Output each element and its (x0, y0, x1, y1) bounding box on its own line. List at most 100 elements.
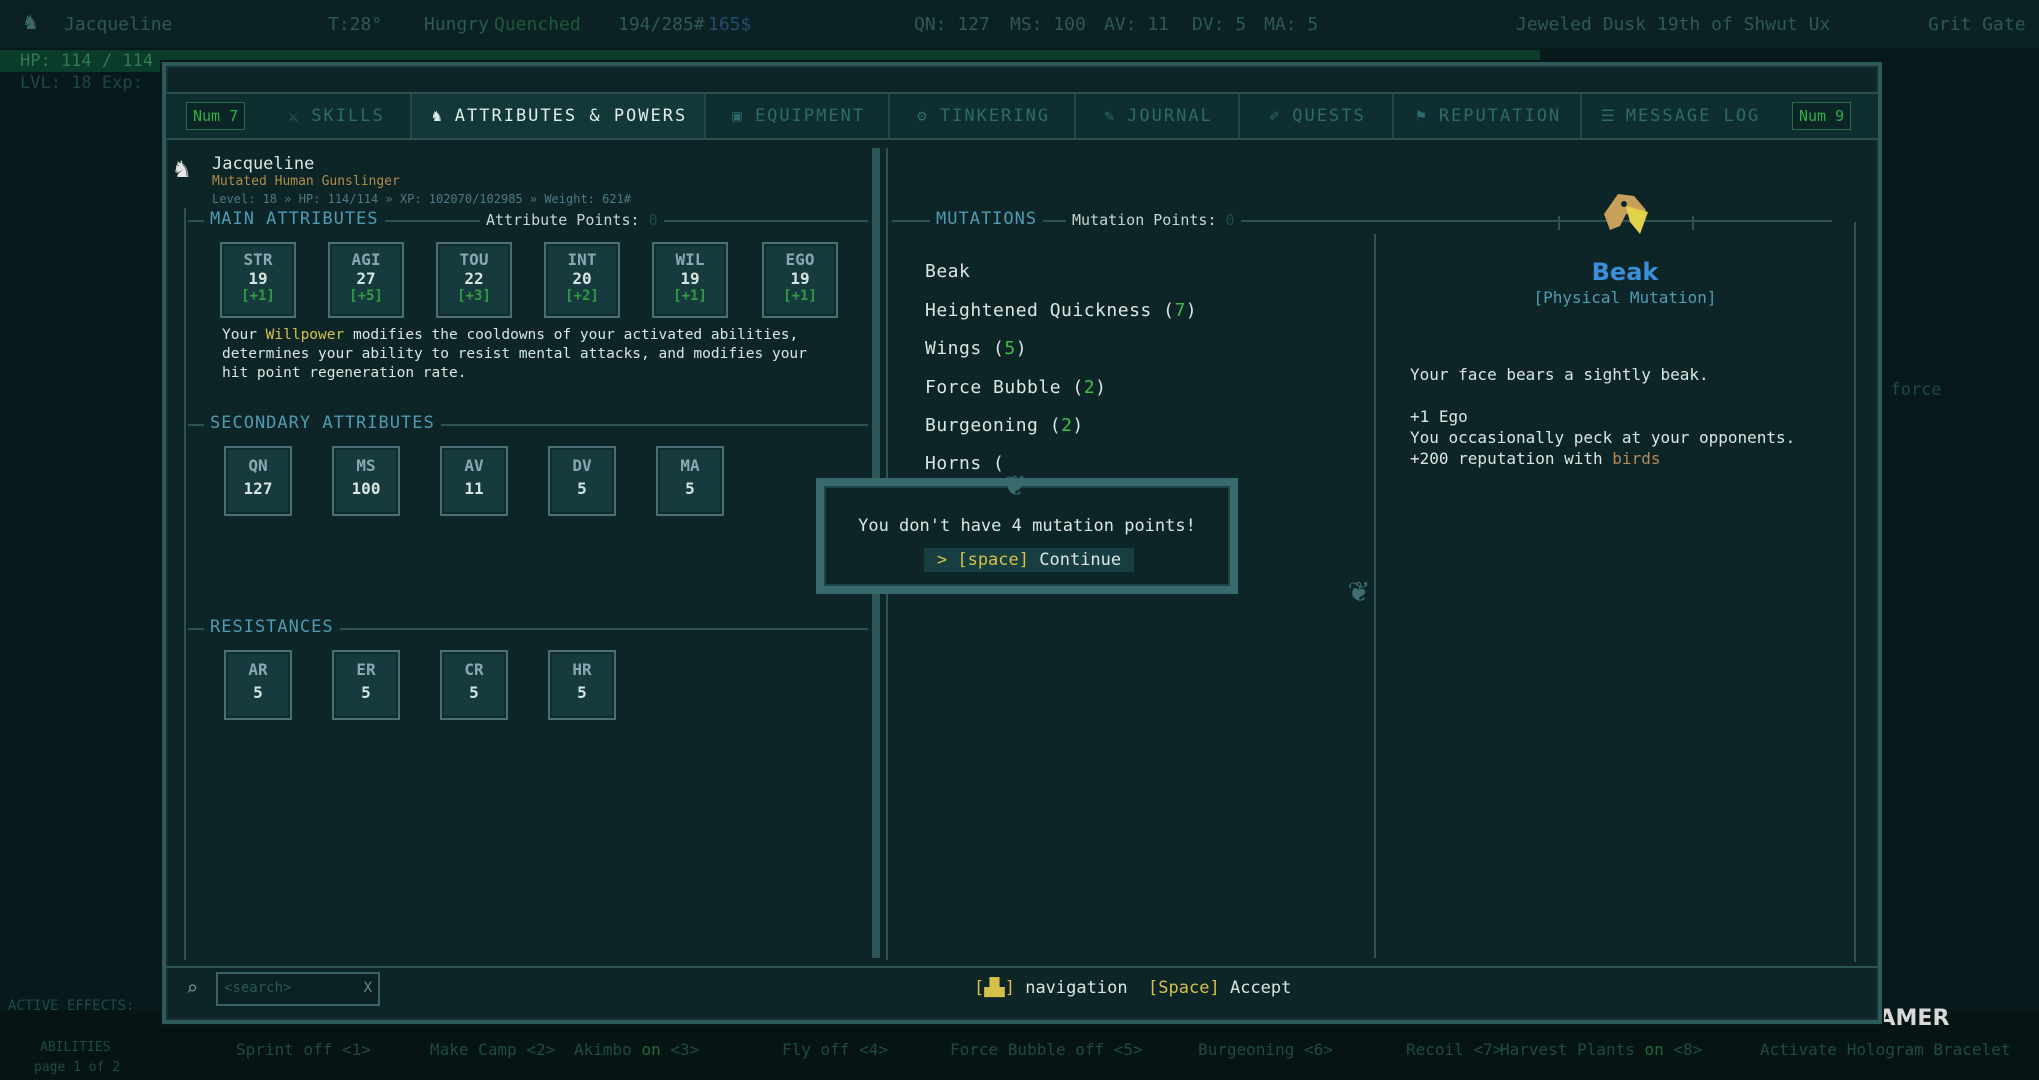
player-icon: ♞ (24, 10, 38, 35)
dialog-ornament-icon: ❦ (1004, 464, 1025, 504)
level-text: LVL: 18 Exp: (20, 73, 143, 93)
character-portrait-icon: ♞ (174, 154, 190, 184)
mutations-header: MUTATIONS (930, 209, 1044, 229)
ability-recoil[interactable]: Recoil <7> (1406, 1040, 1502, 1059)
stat-ego[interactable]: EGO 19 [+1] (762, 242, 838, 318)
stat-ar[interactable]: AR 5 (224, 650, 292, 720)
stat-tou[interactable]: TOU 22 [+3] (436, 242, 512, 318)
continue-button[interactable]: > [space] Continue (924, 548, 1134, 572)
hp-text: HP: 114 / 114 (20, 51, 154, 71)
dialog-message: You don't have 4 mutation points! (858, 516, 1196, 536)
tab-journal[interactable]: ✎ JOURNAL (1076, 94, 1240, 138)
right-border (1854, 222, 1856, 962)
character-icon: ♞ (431, 106, 444, 125)
status-temperature: T:28° (328, 14, 383, 35)
detail-rule-tick-left (1558, 216, 1560, 230)
tab-reputation[interactable]: ⚑ REPUTATION (1394, 94, 1582, 138)
tab-equipment[interactable]: ▣ EQUIPMENT (706, 94, 890, 138)
status-ma: MA: 5 (1264, 14, 1319, 35)
ability-sprint[interactable]: Sprint off <1> (236, 1040, 371, 1059)
character-stats-line: Level: 18 » HP: 114/114 » XP: 102070/102… (212, 192, 632, 206)
status-hunger: Hungry (424, 14, 490, 35)
status-bar: ♞ Jacqueline T:28° Hungry Quenched 194/2… (0, 0, 2039, 48)
attribute-points: Attribute Points: 0 (480, 211, 664, 229)
abilities-page: page 1 of 2 (34, 1060, 121, 1075)
mutation-burgeoning[interactable]: Burgeoning (2) (925, 415, 1084, 436)
ability-burgeoning[interactable]: Burgeoning <6> (1198, 1040, 1333, 1059)
stat-ma[interactable]: MA 5 (656, 446, 724, 516)
resistances-header: RESISTANCES (204, 617, 340, 637)
status-ms: MS: 100 (1010, 14, 1086, 35)
stat-ms[interactable]: MS 100 (332, 446, 400, 516)
abilities-label: ABILITIES (40, 1040, 111, 1055)
character-subtitle: Mutated Human Gunslinger (212, 174, 400, 189)
left-border (184, 208, 186, 960)
stat-dv[interactable]: DV 5 (548, 446, 616, 516)
mutation-horns[interactable]: Horns ( (925, 453, 1004, 474)
mutation-heightened-quickness[interactable]: Heightened Quickness (7) (925, 300, 1197, 321)
detail-type: [Physical Mutation] (1533, 288, 1717, 307)
tab-skills[interactable]: ⚔ SKILLS (260, 94, 412, 138)
status-av: AV: 11 (1104, 14, 1170, 35)
main-attributes-header: MAIN ATTRIBUTES (204, 209, 385, 229)
tab-attributes-powers[interactable]: ♞ ATTRIBUTES & POWERS (412, 94, 706, 138)
ability-harvest-plants[interactable]: Harvest Plants on <8> (1500, 1040, 1702, 1059)
status-player-name: Jacqueline (64, 14, 173, 35)
ornament-icon: ❦ (1348, 570, 1369, 610)
tinkering-icon: ⚙ (917, 106, 929, 125)
navigation-keys-icon: [▟▙] (974, 978, 1015, 998)
tab-bar: Num 7 ⚔ SKILLS ♞ ATTRIBUTES & POWERS ▣ EQUI… (166, 92, 1878, 140)
status-dv: DV: 5 (1192, 14, 1247, 35)
stat-er[interactable]: ER 5 (332, 650, 400, 720)
detail-title: Beak (1591, 258, 1659, 286)
ability-make-camp[interactable]: Make Camp <2> (430, 1040, 555, 1059)
search-input[interactable]: <search> X (216, 972, 380, 1006)
status-qn: QN: 127 (914, 14, 990, 35)
mutation-points: Mutation Points: 0 (1066, 211, 1241, 229)
search-placeholder: <search> (224, 980, 292, 996)
tab-message-log[interactable]: ☰ MESSAGE LOG (1582, 94, 1778, 138)
next-tab-key[interactable]: Num 9 (1792, 102, 1852, 130)
status-date: Jeweled Dusk 19th of Shwut Ux (1516, 14, 1831, 35)
tab-tinkering[interactable]: ⚙ TINKERING (890, 94, 1076, 138)
skills-icon: ⚔ (288, 106, 301, 125)
beak-icon (1596, 186, 1654, 240)
detail-rule-tick-right (1692, 216, 1694, 230)
ability-force-bubble[interactable]: Force Bubble off <5> (950, 1040, 1143, 1059)
alert-dialog: ❦ You don't have 4 mutation points! > [s… (816, 464, 1238, 594)
tab-quests[interactable]: ✐ QUESTS (1240, 94, 1394, 138)
prev-tab-key[interactable]: Num 7 (186, 102, 246, 130)
stat-hr[interactable]: HR 5 (548, 650, 616, 720)
ability-akimbo[interactable]: Akimbo on <3> (574, 1040, 699, 1059)
stat-int[interactable]: INT 20 [+2] (544, 242, 620, 318)
active-effects-label: ACTIVE EFFECTS: (8, 998, 135, 1014)
status-thirst: Quenched (494, 14, 581, 35)
mutation-wings[interactable]: Wings (5) (925, 338, 1027, 359)
ability-activate-hologram-bracelet[interactable]: Activate Hologram Bracelet (1760, 1040, 2010, 1059)
secondary-attributes-header: SECONDARY ATTRIBUTES (204, 413, 441, 433)
mutation-beak[interactable]: Beak (925, 261, 970, 282)
attribute-description: Your Willpower modifies the cooldowns of… (222, 327, 807, 381)
footer-hints: [▟▙] navigation [Space] Accept (974, 978, 1292, 998)
stat-qn[interactable]: QN 127 (224, 446, 292, 516)
mutation-divider (1374, 234, 1376, 958)
search-clear-button[interactable]: X (364, 980, 372, 996)
search-icon: ⌕ (186, 976, 199, 1000)
stat-av[interactable]: AV 11 (440, 446, 508, 516)
equipment-icon: ▣ (732, 106, 744, 125)
status-money: 165$ (708, 14, 752, 35)
reputation-icon: ⚑ (1415, 106, 1428, 125)
stat-cr[interactable]: CR 5 (440, 650, 508, 720)
quests-icon: ✐ (1269, 106, 1282, 125)
status-location: Grit Gate (1928, 14, 2026, 35)
mutation-force-bubble[interactable]: Force Bubble (2) (925, 377, 1106, 398)
status-weight: 194/285# (618, 14, 705, 35)
footer-divider (166, 966, 1878, 968)
stat-wil[interactable]: WIL 19 [+1] (652, 242, 728, 318)
ability-fly[interactable]: Fly off <4> (782, 1040, 888, 1059)
stat-str[interactable]: STR 19 [+1] (220, 242, 296, 318)
stat-agi[interactable]: AGI 27 [+5] (328, 242, 404, 318)
detail-description: Your face bears a sightly beak. +1 Ego Y… (1410, 365, 1796, 468)
character-name: Jacqueline (212, 154, 315, 174)
journal-icon: ✎ (1104, 106, 1116, 125)
